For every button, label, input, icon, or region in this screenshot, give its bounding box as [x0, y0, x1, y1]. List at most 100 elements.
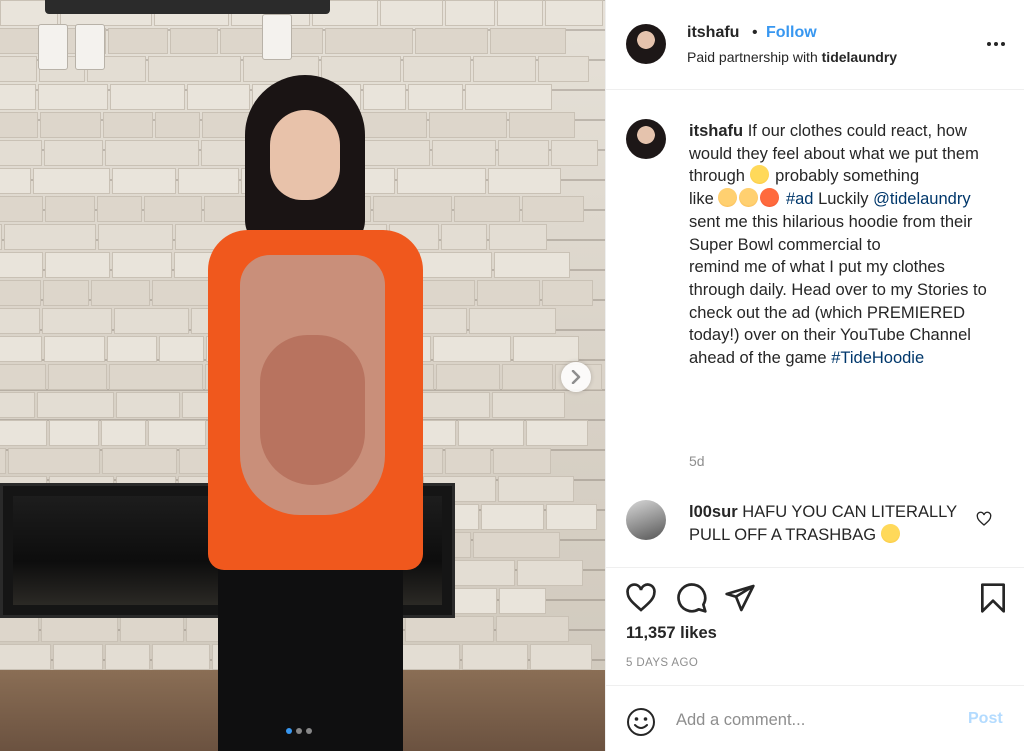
brick	[41, 308, 113, 334]
post-sidebar: itshafu • Follow Paid partnership with t…	[605, 0, 1024, 751]
brick	[444, 0, 495, 26]
brick	[513, 336, 579, 362]
brick	[502, 364, 554, 390]
brick	[465, 84, 552, 110]
caption-text: Luckily	[818, 190, 869, 209]
brick	[96, 196, 143, 222]
brick	[97, 224, 173, 250]
heart-icon[interactable]	[976, 511, 992, 527]
caption-username[interactable]: itshafu	[689, 122, 743, 140]
brick	[440, 224, 487, 250]
person	[200, 70, 430, 751]
brick	[525, 420, 588, 446]
brick	[0, 280, 41, 306]
carousel-dot	[296, 728, 302, 734]
smiley-icon[interactable]	[625, 706, 657, 738]
bookmark-icon[interactable]	[977, 582, 1009, 614]
brick	[0, 392, 35, 418]
brick	[111, 252, 172, 278]
brick	[43, 140, 104, 166]
brick	[461, 644, 528, 670]
brick	[49, 420, 99, 446]
follow-button[interactable]: Follow	[766, 24, 817, 42]
brick	[0, 420, 48, 446]
post-actions: 11,357 likes 5 DAYS AGO	[606, 567, 1024, 685]
brick	[429, 112, 508, 138]
exploding-head-emoji-icon	[718, 188, 738, 208]
brick	[144, 196, 203, 222]
share-icon[interactable]	[724, 582, 756, 614]
brick	[107, 336, 157, 362]
brick	[37, 84, 109, 110]
heart-icon[interactable]	[625, 582, 657, 614]
brick	[100, 420, 147, 446]
brick	[496, 616, 570, 642]
brick	[380, 0, 443, 26]
brick	[472, 56, 537, 82]
brick	[101, 448, 177, 474]
brick	[488, 168, 562, 194]
brick	[488, 224, 547, 250]
carousel-indicator	[286, 728, 312, 734]
hashtag-link[interactable]: #TideHoodie	[831, 349, 924, 367]
brick	[53, 644, 103, 670]
brick	[497, 476, 575, 502]
brick	[493, 252, 571, 278]
pants	[218, 540, 403, 751]
separator-dot: •	[752, 24, 758, 41]
commenter-avatar[interactable]	[626, 500, 666, 540]
post-button[interactable]: Post	[968, 710, 1003, 728]
comment-input[interactable]	[676, 704, 946, 736]
caption: itshafu If our clothes could react, how …	[689, 120, 989, 370]
brick	[107, 28, 168, 54]
brick	[0, 364, 46, 390]
next-photo-button[interactable]	[561, 362, 591, 392]
brick	[0, 168, 31, 194]
heart-eyes-emoji-icon	[880, 523, 900, 543]
brick	[111, 168, 177, 194]
orange-hoodie	[208, 230, 423, 570]
post-date[interactable]: 5 DAYS AGO	[626, 657, 698, 669]
caption-age[interactable]: 5d	[689, 453, 705, 469]
brick	[499, 588, 547, 614]
comment-username[interactable]: l00sur	[689, 503, 738, 521]
like-count[interactable]: 11,357 likes	[626, 624, 717, 643]
brick	[0, 140, 42, 166]
brick	[0, 448, 7, 474]
partner-link[interactable]: tidelaundry	[822, 49, 897, 65]
brick	[0, 308, 40, 334]
brick	[109, 364, 203, 390]
wall-outlet	[75, 24, 105, 70]
paid-partnership: Paid partnership with tidelaundry	[687, 49, 897, 65]
brick	[521, 196, 584, 222]
comments-section[interactable]: itshafu If our clothes could react, how …	[606, 91, 1024, 567]
brick	[489, 28, 567, 54]
brick	[39, 112, 102, 138]
hashtag-link[interactable]: #ad	[786, 190, 814, 208]
brick	[436, 364, 501, 390]
brick	[0, 616, 39, 642]
caption-avatar[interactable]	[626, 119, 666, 159]
avatar[interactable]	[626, 24, 666, 64]
brick	[104, 644, 151, 670]
brick	[538, 56, 590, 82]
brick	[546, 504, 598, 530]
brick	[480, 504, 545, 530]
comment-icon[interactable]	[676, 582, 708, 614]
more-options-icon[interactable]	[984, 34, 1008, 54]
brick	[45, 252, 110, 278]
post-photo[interactable]	[0, 0, 605, 751]
caption-text: probably something	[775, 167, 920, 186]
caption-text: sent me this hilarious hoodie from their…	[689, 212, 973, 254]
brick	[0, 56, 37, 82]
carousel-dot	[306, 728, 312, 734]
mention-link[interactable]: @tidelaundry	[873, 190, 970, 208]
brick	[45, 196, 95, 222]
brick	[509, 112, 575, 138]
brick	[444, 448, 491, 474]
header-username[interactable]: itshafu	[687, 24, 739, 42]
brick	[32, 168, 110, 194]
brick	[498, 140, 550, 166]
brick	[0, 196, 44, 222]
brick	[419, 252, 492, 278]
